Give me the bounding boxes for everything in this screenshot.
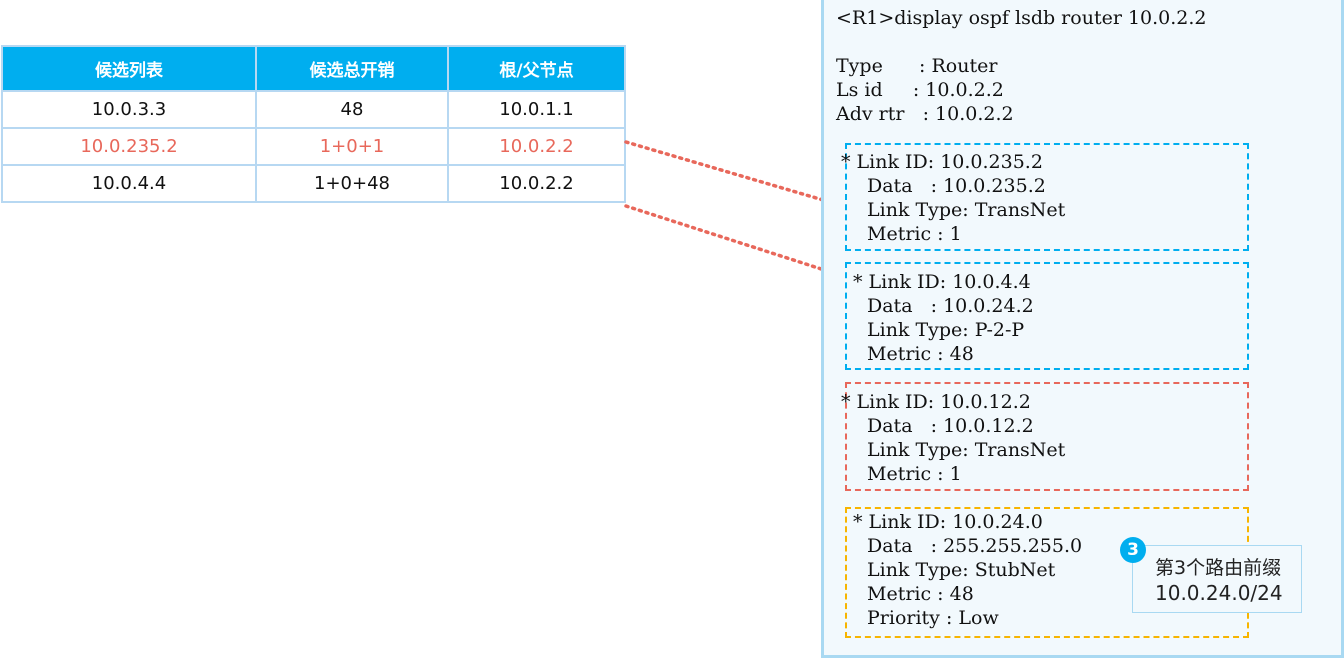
lsa-adv-rtr: Adv rtr : 10.0.2.2	[836, 103, 1014, 125]
cell-candidate: 10.0.235.2	[1, 127, 257, 166]
link-priority: Priority : Low	[867, 607, 999, 629]
connector-line-row3-to-link2	[624, 204, 845, 278]
connector-line-row2-to-link1	[624, 140, 842, 207]
step-badge: 3	[1120, 537, 1146, 563]
link-box-3: * Link ID: 10.0.12.2 Data : 10.0.12.2 Li…	[841, 382, 1249, 491]
cell-parent: 10.0.2.2	[447, 164, 626, 203]
prefix-callout: 第3个路由前缀 10.0.24.0/24	[1132, 545, 1302, 613]
link-box-1: * Link ID: 10.0.235.2 Data : 10.0.235.2 …	[841, 143, 1249, 251]
cell-parent: 10.0.2.2	[447, 127, 626, 166]
table-header-row: 候选列表 候选总开销 根/父节点	[1, 45, 626, 92]
link-type: Link Type: P-2-P	[867, 319, 1025, 341]
cell-candidate: 10.0.3.3	[1, 90, 257, 129]
lsa-ls-id: Ls id : 10.0.2.2	[836, 79, 1004, 101]
cell-cost: 1+0+1	[255, 127, 449, 166]
cell-cost: 1+0+48	[255, 164, 449, 203]
header-root-parent: 根/父节点	[447, 45, 626, 92]
link-data: Data : 10.0.12.2	[867, 415, 1034, 437]
header-candidate-list: 候选列表	[1, 45, 257, 92]
table-row: 10.0.3.3 48 10.0.1.1	[1, 90, 626, 129]
link-box-2: * Link ID: 10.0.4.4 Data : 10.0.24.2 Lin…	[845, 262, 1249, 370]
link-type: Link Type: TransNet	[867, 199, 1066, 221]
link-type: Link Type: TransNet	[867, 439, 1066, 461]
link-data: Data : 10.0.235.2	[867, 175, 1046, 197]
header-total-cost: 候选总开销	[255, 45, 449, 92]
link-type: Link Type: StubNet	[867, 559, 1056, 581]
cell-cost: 48	[255, 90, 449, 129]
prefix-title: 第3个路由前缀	[1155, 557, 1282, 579]
cell-parent: 10.0.1.1	[447, 90, 626, 129]
lsa-type: Type : Router	[836, 55, 998, 77]
cell-candidate: 10.0.4.4	[1, 164, 257, 203]
link-metric: Metric : 48	[867, 343, 974, 365]
link-id: * Link ID: 10.0.235.2	[841, 151, 1043, 173]
table-row: 10.0.4.4 1+0+48 10.0.2.2	[1, 164, 626, 203]
link-data: Data : 255.255.255.0	[867, 535, 1083, 557]
table-row-highlighted: 10.0.235.2 1+0+1 10.0.2.2	[1, 127, 626, 166]
prefix-value: 10.0.24.0/24	[1155, 581, 1283, 605]
command-line: <R1>display ospf lsdb router 10.0.2.2	[836, 7, 1207, 29]
link-metric: Metric : 1	[867, 463, 962, 485]
candidate-table: 候选列表 候选总开销 根/父节点 10.0.3.3 48 10.0.1.1 10…	[1, 45, 626, 203]
link-data: Data : 10.0.24.2	[867, 295, 1034, 317]
link-metric: Metric : 1	[867, 223, 962, 245]
link-id: * Link ID: 10.0.12.2	[841, 391, 1031, 413]
link-metric: Metric : 48	[867, 583, 974, 605]
link-id: * Link ID: 10.0.4.4	[853, 271, 1031, 293]
link-id: * Link ID: 10.0.24.0	[853, 511, 1043, 533]
